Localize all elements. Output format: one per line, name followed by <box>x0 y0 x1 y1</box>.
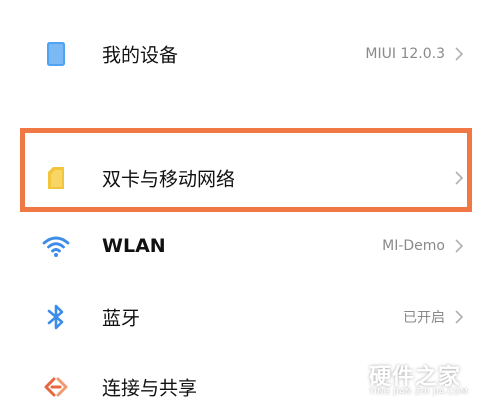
settings-item-value: MIUI 12.0.3 <box>365 46 445 62</box>
chevron-right-icon <box>453 309 465 325</box>
settings-item-label: 蓝牙 <box>102 307 141 330</box>
settings-item-bluetooth[interactable]: 蓝牙 已开启 <box>0 285 495 349</box>
bluetooth-icon <box>40 301 72 333</box>
chevron-right-icon <box>453 46 465 62</box>
settings-item-value: MI-Demo <box>382 238 445 254</box>
settings-item-label: 连接与共享 <box>102 377 198 400</box>
watermark-subtitle: YING JIAN ZHI JIA.COM <box>369 387 468 396</box>
settings-item-label: 我的设备 <box>102 44 179 67</box>
highlight-box <box>20 128 472 212</box>
connection-share-icon <box>40 371 72 403</box>
settings-item-label: WLAN <box>102 235 166 257</box>
wifi-icon <box>40 230 72 262</box>
settings-item-value: 已开启 <box>403 310 445 326</box>
settings-item-wlan[interactable]: WLAN MI-Demo <box>0 214 495 278</box>
tablet-icon <box>40 38 72 70</box>
chevron-right-icon <box>453 238 465 254</box>
watermark-logo-icon <box>331 361 365 403</box>
settings-item-my-device[interactable]: 我的设备 MIUI 12.0.3 <box>0 22 495 86</box>
watermark: 硬件之家 YING JIAN ZHI JIA.COM <box>325 357 485 405</box>
